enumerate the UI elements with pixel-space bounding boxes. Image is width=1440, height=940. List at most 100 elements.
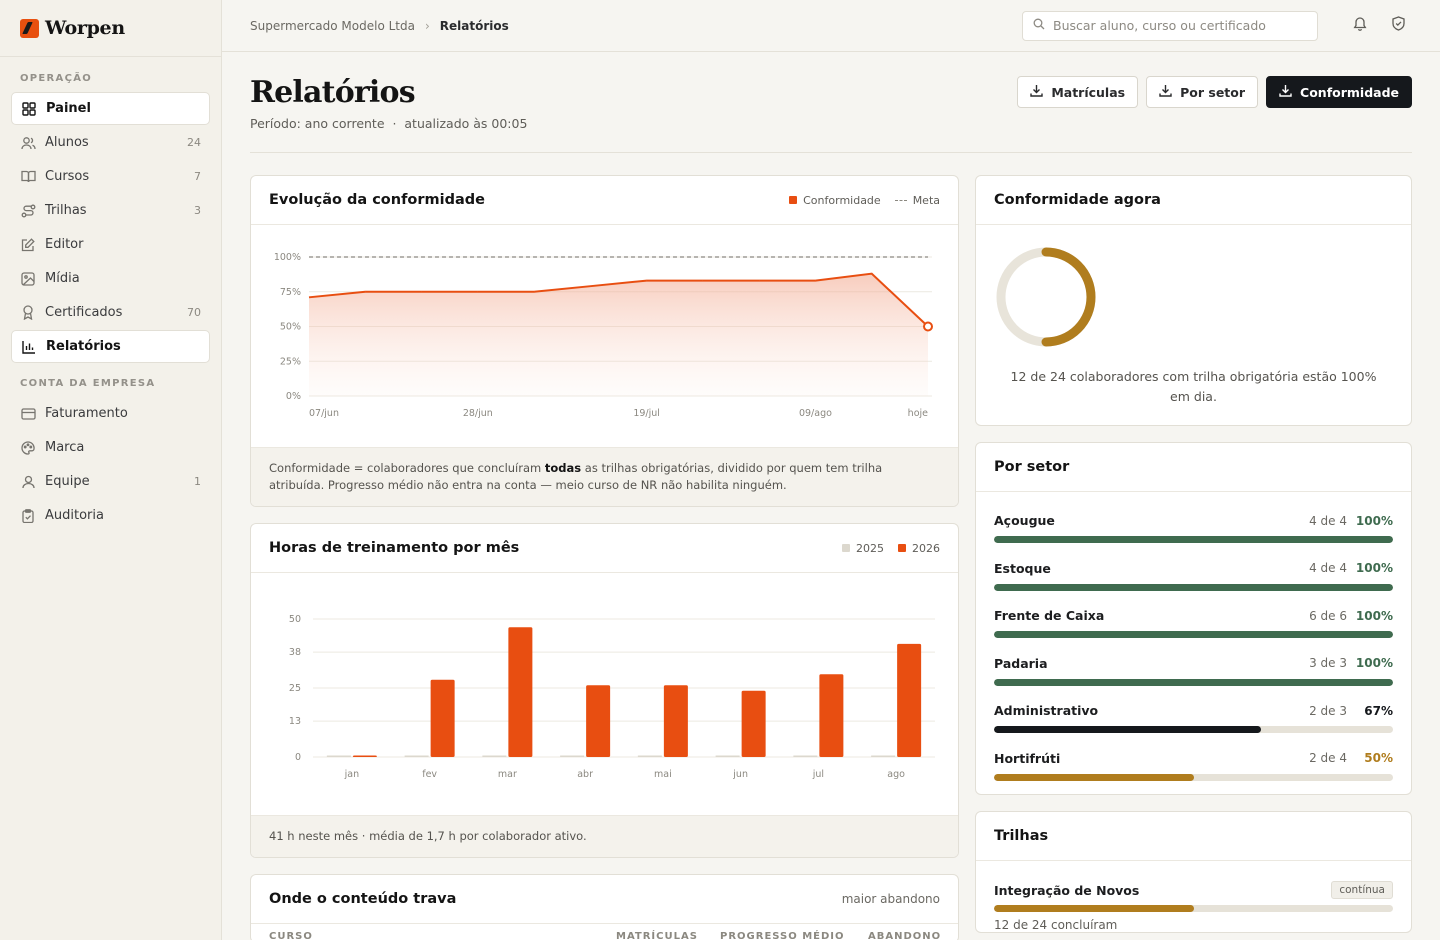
card-title: Por setor — [994, 459, 1070, 475]
sector-progress-fill — [994, 726, 1262, 733]
sidebar-item-count: 1 — [194, 475, 201, 488]
x-tick-label: jan — [344, 769, 359, 780]
sidebar-item-certificados[interactable]: Certificados 70 — [11, 296, 210, 329]
x-tick-label: 09/ago — [799, 408, 832, 419]
x-tick-label: ago — [887, 769, 905, 780]
sector-row[interactable]: Frente de Caixa 6 de 6 100% — [976, 596, 1411, 644]
trail-progress — [994, 905, 1393, 912]
notifications-button[interactable] — [1346, 12, 1374, 40]
route-icon — [20, 203, 36, 219]
award-icon — [20, 305, 36, 321]
bar-2025 — [482, 755, 507, 757]
grid-icon — [21, 101, 37, 117]
x-tick-label: jul — [812, 769, 824, 780]
legend-swatch-2025 — [842, 544, 850, 552]
export-matriculas-button[interactable]: Matrículas — [1017, 76, 1139, 108]
sector-row[interactable]: Administrativo 2 de 3 67% — [976, 691, 1411, 739]
trail-item[interactable]: Integração de Novos contínua 12 de 24 co… — [976, 861, 1411, 932]
page-subtitle: Período: ano corrente · atualizado às 00… — [250, 116, 528, 131]
bell-icon — [1353, 16, 1367, 35]
nav-section-conta: CONTA DA EMPRESA — [20, 378, 156, 389]
edit-icon — [20, 237, 36, 253]
sidebar-item-cursos[interactable]: Cursos 7 — [11, 160, 210, 193]
breadcrumb-company[interactable]: Supermercado Modelo Ltda — [250, 19, 415, 33]
sidebar-item-marca[interactable]: Marca — [11, 431, 210, 464]
sidebar-item-midia[interactable]: Mídia — [11, 262, 210, 295]
sidebar-item-label: Certificados — [45, 305, 123, 320]
sector-row[interactable]: Hortifrúti 2 de 4 50% — [976, 739, 1411, 787]
sidebar-item-faturamento[interactable]: Faturamento — [11, 397, 210, 430]
brand-name: Worpen — [45, 17, 125, 39]
sector-progress-fill — [994, 678, 1393, 686]
download-icon — [1279, 84, 1300, 100]
trail-name: Integração de Novos — [994, 882, 1140, 898]
sidebar-item-alunos[interactable]: Alunos 24 — [11, 126, 210, 159]
book-icon — [20, 169, 36, 185]
sector-progress — [994, 631, 1393, 638]
sidebar-item-painel[interactable]: Painel — [11, 92, 210, 125]
content-stuck-card: Onde o conteúdo trava maior abandono CUR… — [250, 874, 959, 940]
search-box[interactable] — [1022, 10, 1318, 41]
sidebar-item-label: Cursos — [45, 169, 90, 184]
y-tick-label: 0% — [286, 391, 301, 402]
column-header[interactable]: ABANDONO — [868, 931, 940, 940]
sector-card: Por setor Açougue 4 de 4 100% Estoque 4 de … — [975, 442, 1412, 795]
trails-card: Trilhas Integração de Novos contínua 12 … — [975, 811, 1412, 933]
table-header: CURSO MATRÍCULAS PROGRESSO MÉDIO ABANDON… — [251, 924, 958, 940]
sector-row[interactable]: Açougue 4 de 4 100% — [976, 501, 1411, 549]
button-label: Matrículas — [1051, 84, 1126, 100]
x-tick-label: mai — [654, 769, 672, 780]
sidebar-item-equipe[interactable]: Equipe 1 — [11, 465, 210, 498]
sector-pct: 100% — [1355, 561, 1393, 575]
sector-progress — [994, 583, 1393, 591]
sector-row[interactable]: Padaria 3 de 3 100% — [976, 644, 1411, 692]
sector-progress — [994, 726, 1393, 733]
bar-2026 — [352, 755, 377, 757]
sector-progress-fill — [994, 583, 1393, 591]
security-button[interactable] — [1384, 12, 1412, 40]
bar-2026 — [819, 674, 844, 757]
sidebar-item-count: 7 — [194, 170, 201, 183]
users-icon — [20, 135, 36, 151]
brand[interactable]: Worpen — [0, 0, 221, 57]
bar-2025 — [871, 755, 896, 757]
sidebar-item-editor[interactable]: Editor — [11, 228, 210, 261]
data-point — [923, 321, 933, 332]
bar-2026 — [430, 679, 455, 757]
donut-value-arc — [1041, 247, 1096, 347]
sidebar-item-relatorios[interactable]: Relatórios — [11, 330, 210, 363]
download-icon — [1159, 84, 1180, 100]
column-header[interactable]: PROGRESSO MÉDIO — [720, 931, 868, 940]
export-por-setor-button[interactable]: Por setor — [1146, 76, 1259, 108]
sidebar-item-count: 70 — [187, 306, 201, 319]
bar-2026 — [586, 685, 611, 757]
legend-label: 2026 — [912, 541, 940, 555]
sidebar-item-auditoria[interactable]: Auditoria — [11, 499, 210, 532]
search-input[interactable] — [1053, 18, 1307, 33]
conformity-donut — [996, 247, 1096, 347]
bar-chart-icon — [21, 339, 37, 355]
legend-label: Meta — [912, 193, 940, 207]
trail-progress-fill — [994, 905, 1194, 912]
y-tick-label: 0 — [295, 752, 301, 763]
sector-progress — [994, 536, 1393, 543]
sector-count: 2 de 4 — [1309, 751, 1347, 765]
card-title: Evolução da conformidade — [269, 192, 485, 208]
search-icon — [1033, 18, 1045, 34]
button-label: Por setor — [1180, 84, 1246, 100]
main: Supermercado Modelo Ltda › Relatórios Re… — [222, 0, 1440, 940]
y-tick-label: 50 — [289, 614, 301, 625]
column-header[interactable]: CURSO — [269, 931, 616, 940]
bar-2025 — [715, 755, 740, 757]
bar-2025 — [637, 755, 662, 757]
sector-row[interactable]: Estoque 4 de 4 100% — [976, 549, 1411, 597]
column-header[interactable]: MATRÍCULAS — [616, 931, 720, 940]
trail-subtitle: 12 de 24 concluíram — [994, 918, 1118, 932]
export-conformidade-button[interactable]: Conformidade — [1266, 76, 1412, 108]
sidebar-item-label: Trilhas — [45, 203, 87, 218]
sidebar: Worpen OPERAÇÃO Painel Alunos 24 Cursos … — [0, 0, 222, 940]
sidebar-item-trilhas[interactable]: Trilhas 3 — [11, 194, 210, 227]
sector-pct: 100% — [1355, 608, 1393, 623]
x-tick-label: hoje — [908, 408, 928, 419]
footnote-text: Conformidade = colaboradores que concluí… — [269, 461, 545, 475]
